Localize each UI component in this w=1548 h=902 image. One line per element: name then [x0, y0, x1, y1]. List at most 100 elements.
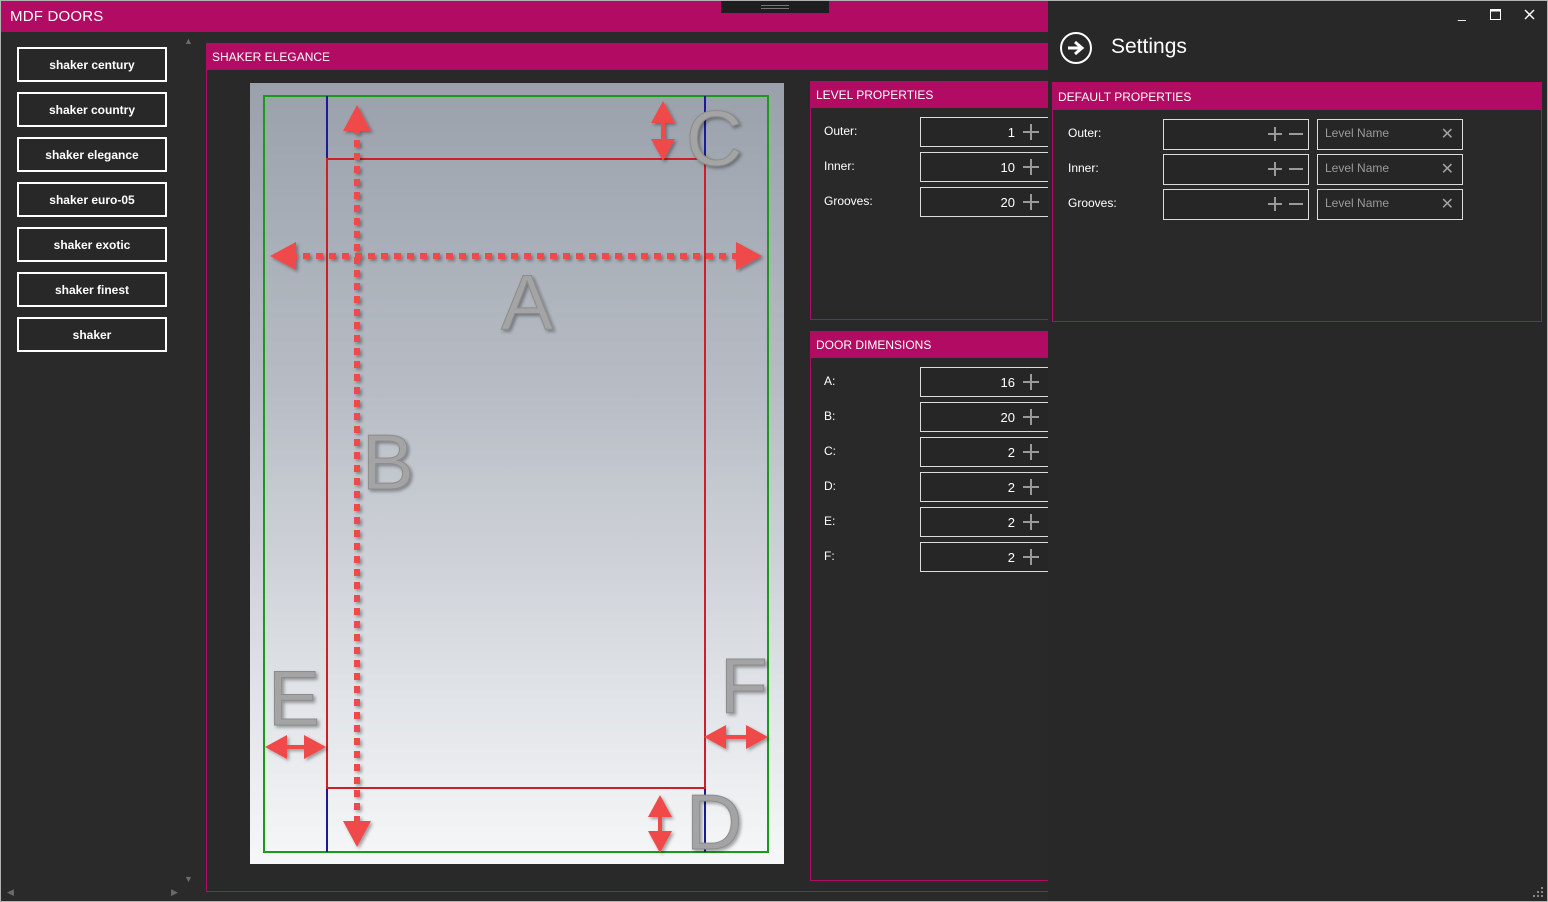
dimension-a-arrow-right	[736, 242, 762, 270]
level-grooves-stepper[interactable]: 20	[920, 187, 1052, 217]
plus-icon[interactable]	[1023, 444, 1039, 460]
settings-title: Settings	[1111, 35, 1187, 58]
dimension-c-arrow-bottom	[651, 139, 675, 161]
scroll-up-icon[interactable]: ▲	[184, 36, 193, 46]
maximize-icon[interactable]	[1490, 7, 1501, 23]
dimension-c-label: C	[686, 94, 742, 182]
door-diagram: A B C D E F	[250, 83, 784, 867]
level-properties-header: LEVEL PROPERTIES	[811, 82, 1061, 108]
app-window: MDF DOORS ▲ shaker century shaker countr…	[0, 0, 1548, 902]
dimension-d-value: 2	[1007, 479, 1015, 495]
dimension-d-arrow-bottom	[648, 831, 672, 853]
default-grooves-label: Grooves:	[1068, 196, 1117, 210]
plus-icon[interactable]	[1023, 159, 1039, 175]
scroll-right-icon[interactable]: ▶	[171, 887, 178, 898]
dimension-e-field-label: E:	[824, 514, 836, 528]
plus-icon[interactable]	[1268, 162, 1282, 176]
dimension-f-stepper[interactable]: 2	[920, 542, 1052, 572]
drag-grip-handle[interactable]	[721, 1, 829, 13]
door-dimensions-header: DOOR DIMENSIONS	[811, 332, 1061, 358]
door-preview-header: SHAKER ELEGANCE	[207, 44, 1052, 70]
dimension-c-value: 2	[1007, 444, 1015, 460]
sidebar-item-shaker-finest[interactable]: shaker finest	[17, 272, 167, 307]
dimension-e-value: 2	[1007, 514, 1015, 530]
plus-icon[interactable]	[1023, 514, 1039, 530]
level-outer-stepper[interactable]: 1	[920, 117, 1052, 147]
back-arrow-button[interactable]	[1060, 32, 1092, 64]
minus-icon[interactable]	[1289, 133, 1303, 135]
app-title: MDF DOORS	[10, 8, 104, 25]
sidebar-item-shaker-country[interactable]: shaker country	[17, 92, 167, 127]
dimension-e-label: E	[268, 654, 320, 742]
default-inner-label: Inner:	[1068, 161, 1099, 175]
dimension-d-arrow-top	[648, 795, 672, 817]
level-grooves-label: Grooves:	[824, 194, 873, 208]
level-inner-label: Inner:	[824, 159, 855, 173]
arrow-right-circle-icon	[1068, 40, 1085, 56]
plus-icon[interactable]	[1023, 194, 1039, 210]
close-icon[interactable]	[1524, 7, 1535, 23]
dimension-a-label: A	[501, 258, 553, 346]
level-name-placeholder: Level Name	[1325, 161, 1390, 175]
dimension-f-field-label: F:	[824, 549, 835, 563]
level-name-placeholder: Level Name	[1325, 126, 1390, 140]
dimension-a-arrow-left	[270, 242, 296, 270]
sidebar-item-shaker-euro-05[interactable]: shaker euro-05	[17, 182, 167, 217]
scroll-left-icon[interactable]: ◀	[7, 887, 14, 898]
dimension-d-stepper[interactable]: 2	[920, 472, 1052, 502]
dimension-c-stepper[interactable]: 2	[920, 437, 1052, 467]
default-grooves-stepper[interactable]	[1163, 189, 1309, 220]
default-outer-stepper[interactable]	[1163, 119, 1309, 150]
level-outer-label: Outer:	[824, 124, 858, 138]
door-type-sidebar: ▲ shaker century shaker country shaker e…	[1, 32, 201, 901]
dimension-a-field-label: A:	[824, 374, 836, 388]
default-outer-level-name-input[interactable]: Level Name ✕	[1317, 119, 1463, 150]
minimize-icon[interactable]: _	[1458, 5, 1466, 21]
scroll-down-icon[interactable]: ▼	[184, 874, 193, 884]
default-properties-header: DEFAULT PROPERTIES	[1053, 83, 1541, 110]
clear-icon[interactable]: ✕	[1441, 159, 1454, 179]
sidebar-item-shaker[interactable]: shaker	[17, 317, 167, 352]
default-grooves-level-name-input[interactable]: Level Name ✕	[1317, 189, 1463, 220]
plus-icon[interactable]	[1023, 409, 1039, 425]
clear-icon[interactable]: ✕	[1441, 124, 1454, 144]
dimension-b-label: B	[362, 418, 414, 506]
dimension-b-arrow-top	[343, 105, 371, 131]
dimension-b-field-label: B:	[824, 409, 836, 423]
dimension-a-value: 16	[1000, 374, 1015, 390]
plus-icon[interactable]	[1023, 124, 1039, 140]
dimension-a-stepper[interactable]: 16	[920, 367, 1052, 397]
minus-icon[interactable]	[1289, 203, 1303, 205]
resize-grip-icon[interactable]	[1533, 887, 1543, 897]
default-inner-stepper[interactable]	[1163, 154, 1309, 185]
sidebar-item-shaker-exotic[interactable]: shaker exotic	[17, 227, 167, 262]
dimension-d-field-label: D:	[824, 479, 836, 493]
default-inner-level-name-input[interactable]: Level Name ✕	[1317, 154, 1463, 185]
level-outer-value: 1	[1007, 124, 1015, 140]
sidebar-item-shaker-elegance[interactable]: shaker elegance	[17, 137, 167, 172]
plus-icon[interactable]	[1023, 549, 1039, 565]
plus-icon[interactable]	[1023, 374, 1039, 390]
sidebar-item-shaker-century[interactable]: shaker century	[17, 47, 167, 82]
dimension-c-field-label: C:	[824, 444, 836, 458]
level-inner-stepper[interactable]: 10	[920, 152, 1052, 182]
plus-icon[interactable]	[1023, 479, 1039, 495]
plus-icon[interactable]	[1268, 127, 1282, 141]
clear-icon[interactable]: ✕	[1441, 194, 1454, 214]
dimension-b-arrow-bottom	[343, 821, 371, 847]
dimension-f-value: 2	[1007, 549, 1015, 565]
dimension-e-stepper[interactable]: 2	[920, 507, 1052, 537]
minus-icon[interactable]	[1289, 168, 1303, 170]
dimension-b-stepper[interactable]: 20	[920, 402, 1052, 432]
dimension-d-label: D	[686, 778, 742, 864]
dimension-c-arrow-top	[651, 101, 675, 123]
dimension-b-value: 20	[1000, 409, 1015, 425]
door-diagram-svg: A B C D E F	[263, 94, 769, 867]
outer-frame	[263, 95, 769, 853]
default-outer-label: Outer:	[1068, 126, 1102, 140]
level-inner-value: 10	[1000, 159, 1015, 175]
plus-icon[interactable]	[1268, 197, 1282, 211]
level-grooves-value: 20	[1000, 194, 1015, 210]
dimension-f-label: F	[720, 642, 768, 730]
level-name-placeholder: Level Name	[1325, 196, 1390, 210]
